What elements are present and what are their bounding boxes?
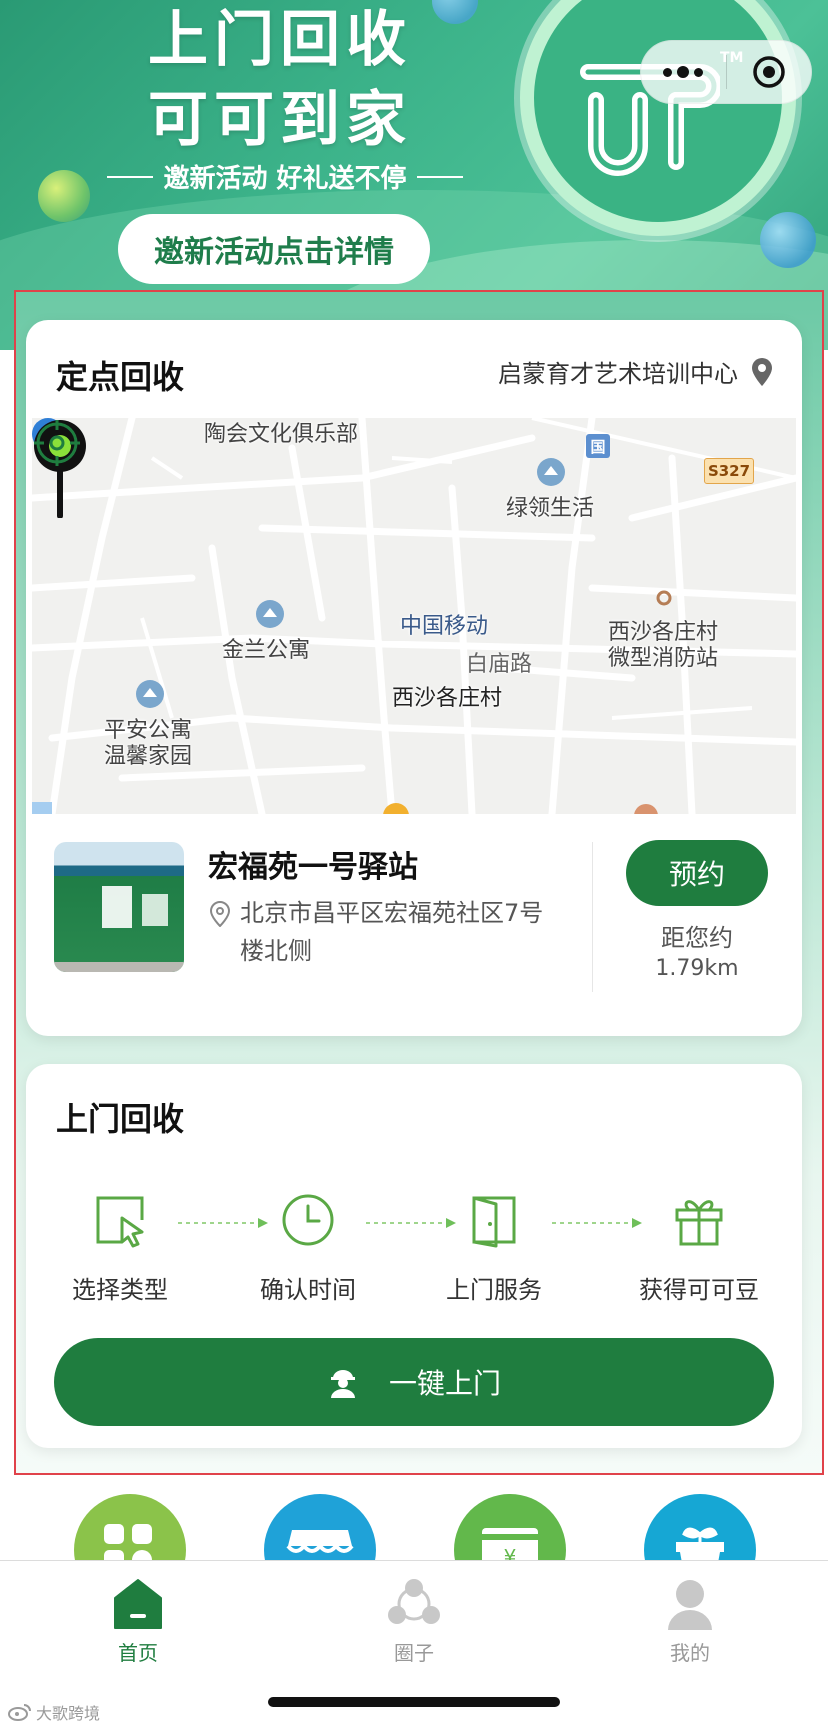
location-pin-icon: [752, 357, 772, 386]
station-address-text: 北京市昌平区宏福苑社区7号楼北侧: [240, 899, 544, 965]
poi-small-icon: [656, 590, 672, 606]
address-pin-icon: [209, 901, 231, 927]
photo-poster: [102, 886, 132, 928]
station-photo[interactable]: [54, 842, 184, 972]
current-location[interactable]: 启蒙育才艺术培训中心: [498, 354, 772, 389]
banner-title-line2: 可可到家: [148, 85, 412, 155]
banner-subtitle-text: 邀新活动 好礼送不停: [163, 164, 407, 194]
circle-group-icon: [388, 1579, 440, 1624]
one-click-door-button[interactable]: 一键上门: [54, 1338, 774, 1426]
step-label: 选择类型: [72, 1276, 168, 1304]
map-label-pingan-2: 温馨家园: [104, 744, 193, 769]
map-label-baimiao: 白庙路: [466, 652, 533, 677]
banner-bubble: [760, 212, 816, 268]
locate-me-icon[interactable]: [32, 418, 82, 468]
step-get-beans: 获得可可豆: [614, 1184, 784, 1305]
map-label-taohui: 陶会文化俱乐部: [204, 422, 359, 447]
gift-icon: [675, 1200, 723, 1246]
cursor-select-icon: [96, 1196, 144, 1248]
photo-ground: [54, 962, 184, 972]
tab-circle[interactable]: 圈子: [354, 1575, 474, 1666]
subtitle-rule: [107, 175, 154, 178]
step-label: 确认时间: [260, 1276, 356, 1304]
home-indicator: [268, 1697, 560, 1707]
home-icon: [114, 1579, 162, 1629]
photo-poster: [142, 894, 168, 926]
tab-home[interactable]: 首页: [78, 1575, 198, 1666]
map-label-lvling: 绿领生活: [506, 496, 595, 521]
distance-value: 1.79km: [655, 956, 739, 981]
banner-title-line1: 上门回收: [148, 5, 412, 75]
invite-detail-button[interactable]: 邀新活动点击详情: [118, 214, 430, 284]
fixed-recycle-title: 定点回收: [54, 352, 187, 398]
map-label-xisha-village: 西沙各庄村: [392, 686, 503, 711]
map-label-fire-station-2: 微型消防站: [608, 646, 719, 671]
tab-label: 首页: [118, 1641, 158, 1665]
profile-icon: [668, 1580, 712, 1630]
station-name[interactable]: 宏福苑一号驿站: [208, 842, 418, 886]
step-label: 上门服务: [446, 1276, 542, 1304]
poi-house-icon: [537, 458, 565, 486]
poi-house-icon: [256, 600, 284, 628]
map-label-mobile: 中国移动: [400, 614, 489, 639]
national-road-badge: 国: [586, 434, 610, 458]
road-s327-badge: S327: [704, 458, 754, 484]
poi-house-icon: [136, 680, 164, 708]
tab-label: 圈子: [394, 1641, 434, 1665]
current-location-text: 启蒙育才艺术培训中心: [498, 360, 738, 388]
watermark-text: 大歌跨境: [36, 1704, 101, 1723]
step-confirm-time: 确认时间: [228, 1184, 388, 1305]
banner-title: 上门回收 可可到家: [120, 0, 440, 160]
weibo-logo-icon: [8, 1704, 31, 1721]
door-recycle-title: 上门回收: [54, 1094, 187, 1140]
poi-partial-icon: [634, 804, 658, 814]
miniprogram-capsule: [640, 40, 812, 104]
one-click-door-label: 一键上门: [388, 1367, 501, 1400]
banner-subtitle: 邀新活动 好礼送不停: [90, 158, 480, 195]
close-miniprogram-icon[interactable]: [727, 54, 812, 90]
tab-label: 我的: [670, 1641, 710, 1665]
distance-label: 距您约: [661, 924, 733, 952]
step-select-type: 选择类型: [40, 1184, 200, 1305]
station-address: 北京市昌平区宏福苑社区7号楼北侧: [208, 894, 558, 970]
clock-icon: [282, 1194, 334, 1246]
courier-icon: [330, 1370, 355, 1398]
book-button[interactable]: 预约: [626, 840, 768, 906]
recycle-steps: 选择类型 确认时间 上门服务 获得可可豆: [26, 1184, 802, 1304]
door-recycle-card: 上门回收 选择类型 确认时间 上门服务 获得可可豆 一键上门: [26, 1064, 802, 1448]
map-label-jinlan: 金兰公寓: [222, 638, 311, 663]
step-label: 获得可可豆: [639, 1276, 759, 1304]
banner-bubble: [38, 170, 90, 222]
subtitle-rule: [416, 175, 463, 178]
more-menu-icon[interactable]: [641, 66, 726, 78]
door-icon: [472, 1196, 516, 1248]
station-divider: [592, 842, 593, 992]
step-door-service: 上门服务: [414, 1184, 574, 1305]
tab-mine[interactable]: 我的: [630, 1575, 750, 1666]
poi-partial-icon: [383, 803, 409, 814]
map-view[interactable]: 陶会文化俱乐部 国 S327 绿领生活 金兰公寓 中国移动 白庙路 西沙各庄村 …: [32, 418, 796, 814]
fixed-recycle-card: 定点回收 启蒙育才艺术培训中心 陶会文化俱乐部 国 S327 绿领生活 金兰公寓…: [26, 320, 802, 1036]
watermark: 大歌跨境: [8, 1700, 100, 1724]
